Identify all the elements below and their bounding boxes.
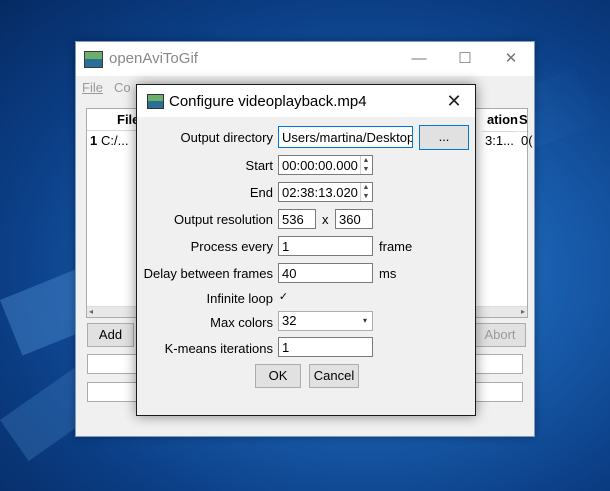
close-button[interactable]: ✕ bbox=[488, 42, 534, 76]
dialog-app-icon bbox=[147, 94, 164, 109]
browse-button[interactable]: ... bbox=[419, 125, 469, 150]
max-colors-select[interactable]: 32 ▾ bbox=[278, 311, 373, 331]
process-every-unit: frame bbox=[379, 239, 413, 254]
dialog-title: Configure videoplayback.mp4 bbox=[169, 93, 367, 110]
process-every-input[interactable]: 1 bbox=[278, 236, 373, 256]
table-cell-duration[interactable]: 3:1... bbox=[485, 132, 514, 150]
process-every-label: Process every bbox=[190, 239, 273, 254]
resolution-label: Output resolution bbox=[173, 212, 273, 227]
column-header-duration[interactable]: ation bbox=[482, 109, 518, 132]
row-number: 1 bbox=[90, 133, 98, 148]
output-directory-label: Output directory bbox=[180, 130, 274, 145]
resolution-width-input[interactable]: 536 bbox=[278, 209, 316, 229]
maximize-button[interactable]: ☐ bbox=[442, 42, 488, 76]
menu-file[interactable]: File bbox=[82, 80, 103, 95]
menu-configure[interactable]: Co bbox=[114, 80, 131, 95]
resolution-height-input[interactable]: 360 bbox=[335, 209, 373, 229]
end-time-input[interactable]: 02:38:13.020 ▲ ▼ bbox=[278, 182, 373, 202]
start-label: Start bbox=[245, 158, 273, 173]
delay-unit: ms bbox=[379, 266, 397, 281]
dialog-title-bar[interactable]: Configure videoplayback.mp4 ✕ bbox=[137, 85, 475, 117]
infinite-loop-label: Infinite loop bbox=[206, 291, 274, 306]
table-cell-start[interactable]: 0( bbox=[521, 132, 533, 150]
end-label: End bbox=[249, 185, 273, 200]
delay-label: Delay between frames bbox=[143, 266, 273, 281]
column-header-start[interactable]: S bbox=[519, 109, 528, 132]
resolution-separator: x bbox=[322, 212, 329, 227]
table-cell-file[interactable]: C:/... bbox=[101, 132, 128, 150]
ok-button[interactable]: OK bbox=[255, 364, 301, 388]
add-button[interactable]: Add bbox=[87, 323, 134, 347]
kmeans-label: K-means iterations bbox=[164, 341, 273, 356]
infinite-loop-checkbox[interactable]: ✓ bbox=[278, 292, 289, 303]
start-time-input[interactable]: 00:00:00.000 ▲ ▼ bbox=[278, 155, 373, 175]
dropdown-arrow-icon: ▾ bbox=[362, 316, 367, 325]
max-colors-label: Max colors bbox=[210, 315, 273, 330]
minimize-button[interactable]: — bbox=[396, 42, 442, 76]
end-time-value: 02:38:13.020 bbox=[282, 185, 358, 200]
scroll-right-icon[interactable]: ▸ bbox=[521, 307, 525, 316]
start-time-value: 00:00:00.000 bbox=[282, 158, 358, 173]
app-icon bbox=[84, 51, 103, 68]
scroll-left-icon[interactable]: ◂ bbox=[89, 307, 93, 316]
cancel-button[interactable]: Cancel bbox=[309, 364, 359, 388]
delay-input[interactable]: 40 bbox=[278, 263, 373, 283]
main-window-title: openAviToGif bbox=[109, 50, 198, 67]
output-directory-input[interactable]: Users/martina/Desktop bbox=[278, 126, 413, 148]
close-icon[interactable]: ✕ bbox=[439, 87, 469, 115]
start-spinner[interactable]: ▲ ▼ bbox=[360, 156, 371, 174]
max-colors-value: 32 bbox=[282, 313, 297, 328]
configure-dialog: Configure videoplayback.mp4 ✕ Output dir… bbox=[136, 84, 476, 416]
kmeans-input[interactable]: 1 bbox=[278, 337, 373, 357]
end-spinner[interactable]: ▲ ▼ bbox=[360, 183, 371, 201]
main-title-bar[interactable]: openAviToGif — ☐ ✕ bbox=[76, 42, 534, 76]
abort-button[interactable]: Abort bbox=[474, 323, 526, 347]
